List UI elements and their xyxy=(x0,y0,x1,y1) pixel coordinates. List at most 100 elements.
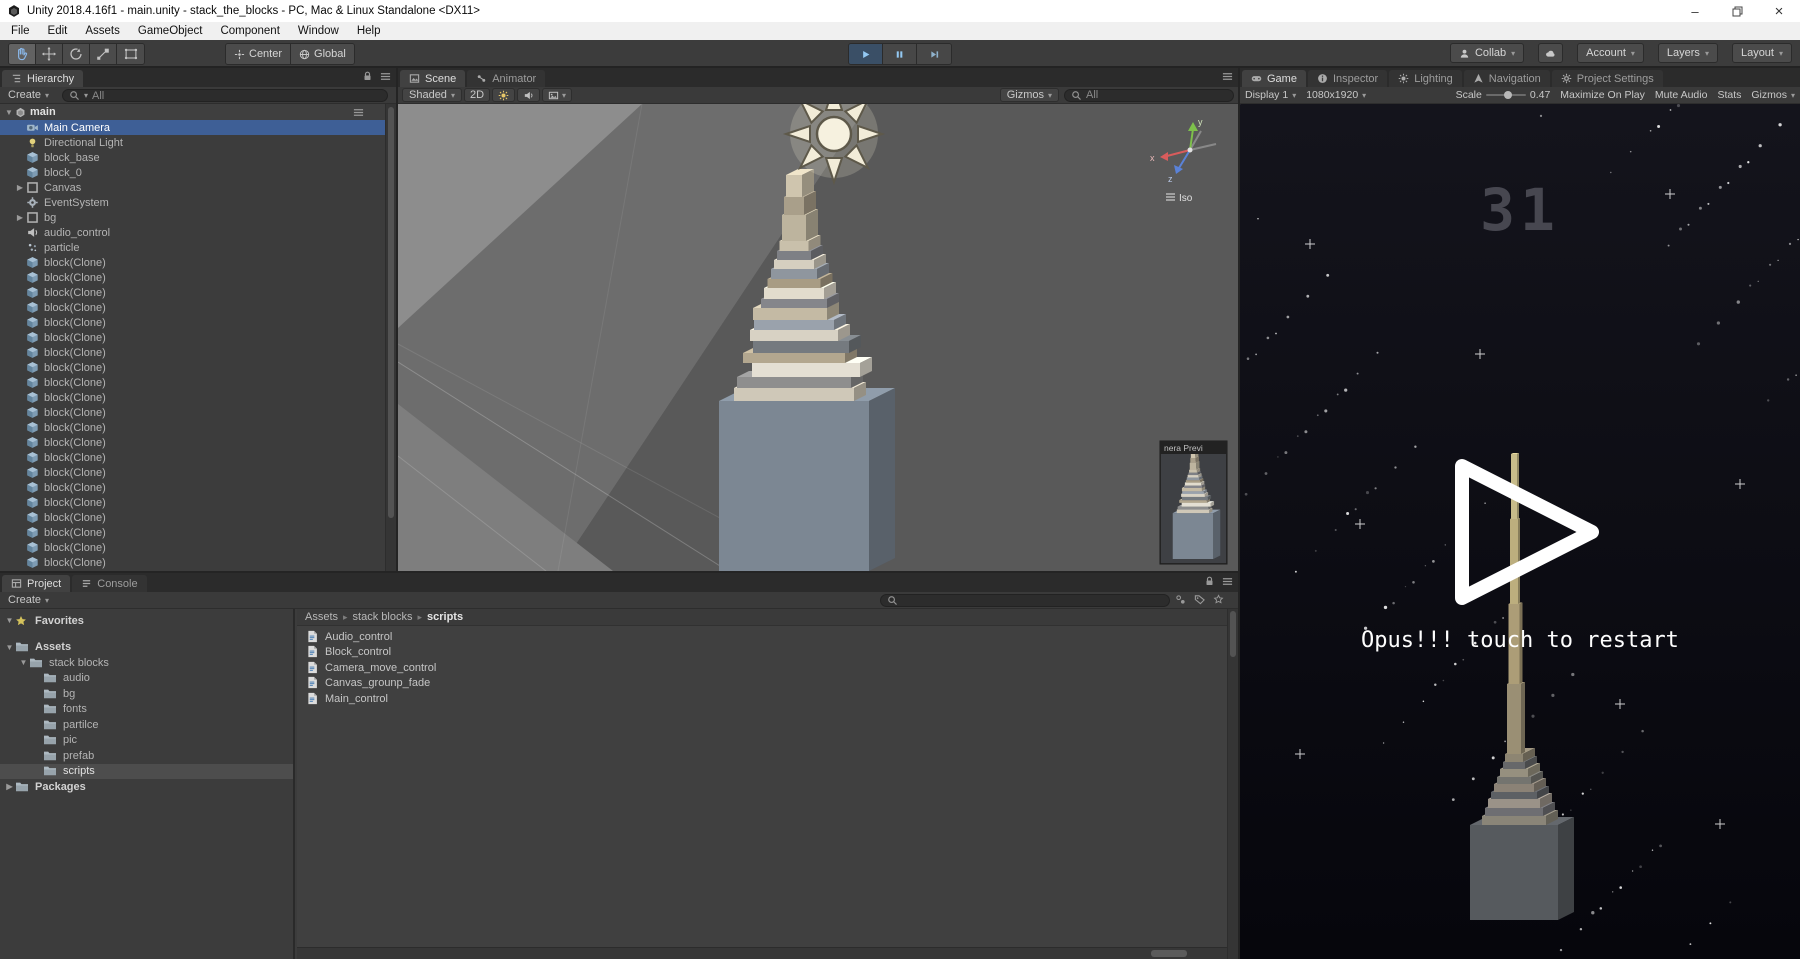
asset-file-row[interactable]: Block_control xyxy=(297,645,1238,661)
project-tree-item[interactable]: pic xyxy=(0,733,293,749)
project-tree-item[interactable]: bg xyxy=(0,686,293,702)
tab-project[interactable]: Project xyxy=(2,575,70,592)
hierarchy-item[interactable]: audio_control xyxy=(0,225,396,240)
panel-menu-icon[interactable] xyxy=(1222,576,1233,587)
hierarchy-item[interactable]: block(Clone) xyxy=(0,555,396,570)
cloud-services-button[interactable] xyxy=(1538,43,1563,63)
resolution-dropdown[interactable]: 1080x1920 ▾ xyxy=(1301,89,1371,101)
hierarchy-item[interactable]: Directional Light xyxy=(0,135,396,150)
pivot-toggle-button[interactable]: Center xyxy=(226,44,291,64)
scene-viewport[interactable]: y x z Iso nera Previ xyxy=(398,104,1238,571)
asset-file-row[interactable]: Camera_move_control xyxy=(297,660,1238,676)
move-tool-button[interactable] xyxy=(36,44,63,64)
project-tree-item[interactable]: ▼Assets xyxy=(0,640,293,656)
draw-mode-dropdown[interactable]: Shaded ▾ xyxy=(402,88,462,102)
scale-tool-button[interactable] xyxy=(90,44,117,64)
hand-tool-button[interactable] xyxy=(9,44,36,64)
expand-arrow-icon[interactable]: ▼ xyxy=(3,108,15,117)
expand-arrow-icon[interactable]: ▼ xyxy=(4,643,15,652)
layout-dropdown[interactable]: Layout ▾ xyxy=(1732,43,1792,63)
hierarchy-create-dropdown[interactable]: Create ▾ xyxy=(0,89,57,101)
tab-scene[interactable]: Scene xyxy=(400,70,465,87)
tab-lighting[interactable]: Lighting xyxy=(1389,70,1462,87)
collab-dropdown[interactable]: Collab ▾ xyxy=(1450,43,1524,63)
hierarchy-item[interactable]: block(Clone) xyxy=(0,480,396,495)
hierarchy-item[interactable]: block(Clone) xyxy=(0,315,396,330)
panel-menu-icon[interactable] xyxy=(1222,71,1233,82)
hierarchy-item[interactable]: ▶bg xyxy=(0,210,396,225)
hierarchy-item[interactable]: EventSystem xyxy=(0,195,396,210)
scale-slider[interactable] xyxy=(1486,94,1526,96)
breadcrumb-item[interactable]: stack blocks xyxy=(353,611,413,623)
menu-gameobject[interactable]: GameObject xyxy=(129,22,212,40)
scene-lighting-toggle[interactable] xyxy=(492,88,515,102)
hierarchy-item[interactable]: block(Clone) xyxy=(0,285,396,300)
hierarchy-item[interactable]: ▶Canvas xyxy=(0,180,396,195)
asset-file-row[interactable]: Canvas_grounp_fade xyxy=(297,676,1238,692)
step-button[interactable] xyxy=(917,44,951,64)
expand-arrow-icon[interactable]: ▶ xyxy=(14,213,26,222)
project-tree-item[interactable]: ▶Packages xyxy=(0,779,293,795)
hierarchy-item[interactable]: block(Clone) xyxy=(0,540,396,555)
hierarchy-item[interactable]: block(Clone) xyxy=(0,330,396,345)
menu-component[interactable]: Component xyxy=(211,22,288,40)
hierarchy-item[interactable]: block(Clone) xyxy=(0,510,396,525)
project-tree-item[interactable]: ▼Favorites xyxy=(0,613,293,629)
space-toggle-button[interactable]: Global xyxy=(291,44,354,64)
rect-tool-button[interactable] xyxy=(117,44,144,64)
hierarchy-item[interactable]: block(Clone) xyxy=(0,405,396,420)
project-tree-item[interactable]: partilce xyxy=(0,717,293,733)
project-tree-item[interactable]: prefab xyxy=(0,748,293,764)
hierarchy-item[interactable]: block(Clone) xyxy=(0,435,396,450)
close-button[interactable]: × xyxy=(1758,0,1800,22)
hierarchy-item[interactable]: block_base xyxy=(0,150,396,165)
lock-icon[interactable] xyxy=(1204,576,1215,587)
saved-search-icon[interactable] xyxy=(1213,594,1224,605)
layers-dropdown[interactable]: Layers ▾ xyxy=(1658,43,1718,63)
pause-button[interactable] xyxy=(883,44,917,64)
hierarchy-item[interactable]: block(Clone) xyxy=(0,255,396,270)
search-by-label-icon[interactable] xyxy=(1194,594,1205,605)
project-tree-item[interactable]: ▼stack blocks xyxy=(0,655,293,671)
project-scrollbar[interactable] xyxy=(1227,609,1238,959)
menu-help[interactable]: Help xyxy=(348,22,390,40)
hierarchy-item[interactable]: block(Clone) xyxy=(0,345,396,360)
mute-audio-toggle[interactable]: Mute Audio xyxy=(1650,89,1713,101)
tab-hierarchy[interactable]: Hierarchy xyxy=(2,70,83,87)
scene-search-input[interactable]: All xyxy=(1064,89,1234,102)
asset-file-row[interactable]: Audio_control xyxy=(297,629,1238,645)
stats-toggle[interactable]: Stats xyxy=(1712,89,1746,101)
menu-assets[interactable]: Assets xyxy=(76,22,129,40)
hierarchy-item[interactable]: Main Camera xyxy=(0,120,396,135)
hierarchy-search-input[interactable]: ▾ All xyxy=(62,89,388,102)
panel-menu-icon[interactable] xyxy=(380,71,391,82)
hierarchy-item[interactable]: block(Clone) xyxy=(0,420,396,435)
hierarchy-item[interactable]: block(Clone) xyxy=(0,270,396,285)
hierarchy-item[interactable]: block(Clone) xyxy=(0,360,396,375)
scene-audio-toggle[interactable] xyxy=(517,88,540,102)
expand-arrow-icon[interactable]: ▼ xyxy=(4,616,15,625)
hierarchy-item[interactable]: block_0 xyxy=(0,165,396,180)
hierarchy-item[interactable]: block(Clone) xyxy=(0,525,396,540)
restore-button[interactable] xyxy=(1716,0,1758,22)
breadcrumb-item[interactable]: scripts xyxy=(427,611,463,623)
tab-navigation[interactable]: Navigation xyxy=(1464,70,1550,87)
hierarchy-item[interactable]: block(Clone) xyxy=(0,390,396,405)
asset-file-row[interactable]: Main_control xyxy=(297,691,1238,707)
expand-arrow-icon[interactable]: ▼ xyxy=(18,658,29,667)
restart-message[interactable]: Opus!!! touch to restart xyxy=(1240,628,1800,653)
hierarchy-item[interactable]: block(Clone) xyxy=(0,300,396,315)
tab-animator[interactable]: Animator xyxy=(467,70,545,87)
breadcrumb-item[interactable]: Assets xyxy=(305,611,338,623)
menu-window[interactable]: Window xyxy=(289,22,348,40)
scene-gizmos-dropdown[interactable]: Gizmos ▾ xyxy=(1000,88,1059,102)
hierarchy-scrollbar[interactable] xyxy=(385,104,396,571)
play-button[interactable] xyxy=(849,44,883,64)
minimize-button[interactable]: – xyxy=(1674,0,1716,22)
hierarchy-item[interactable]: block(Clone) xyxy=(0,450,396,465)
display-dropdown[interactable]: Display 1 ▾ xyxy=(1240,89,1301,101)
search-by-type-icon[interactable] xyxy=(1175,594,1186,605)
project-tree-item[interactable]: scripts xyxy=(0,764,293,780)
menu-edit[interactable]: Edit xyxy=(39,22,77,40)
tab-game[interactable]: Game xyxy=(1242,70,1306,87)
